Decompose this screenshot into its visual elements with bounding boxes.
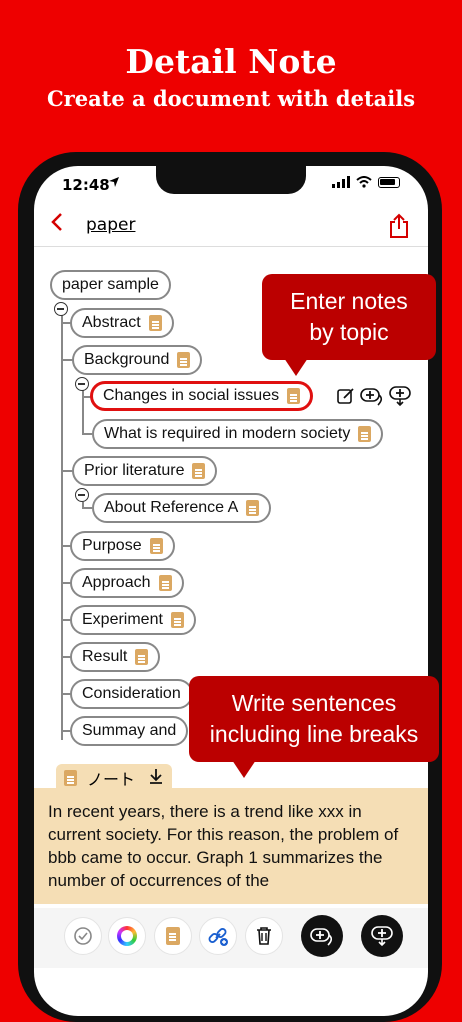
node-label: Result [82, 648, 128, 665]
node-label: Abstract [82, 314, 141, 331]
edit-node-button[interactable] [337, 387, 355, 409]
tree-node-prior[interactable]: Prior literature [72, 456, 218, 486]
chevron-left-icon [51, 213, 62, 231]
delete-button[interactable] [245, 917, 283, 955]
document-icon [148, 315, 162, 331]
share-icon [390, 213, 408, 238]
node-label: Prior literature [84, 462, 185, 479]
edit-icon [337, 388, 354, 404]
add-child-toolbar-button[interactable] [361, 915, 403, 957]
check-button[interactable] [64, 917, 102, 955]
nav-divider [34, 246, 428, 247]
document-icon [246, 500, 260, 516]
document-icon [158, 575, 172, 591]
link-icon [208, 928, 228, 946]
node-label: What is required in modern society [104, 425, 351, 442]
add-sibling-button[interactable] [360, 385, 384, 411]
add-child-button[interactable] [388, 385, 412, 411]
document-icon [64, 770, 77, 786]
tree-node-background[interactable]: Background [72, 345, 203, 375]
tree-node-required[interactable]: What is required in modern society [92, 419, 384, 449]
tree-node-approach[interactable]: Approach [70, 568, 184, 598]
back-button[interactable] [50, 212, 64, 238]
callout-topic-tail [284, 358, 308, 376]
callout-sentences: Write sentences including line breaks [189, 676, 439, 762]
tree-node-summary[interactable]: Summay and [70, 716, 189, 746]
collapse-toggle[interactable] [75, 488, 89, 502]
trash-icon [257, 927, 271, 945]
tree-node-root[interactable]: paper sample [50, 270, 171, 300]
color-wheel-icon [117, 926, 137, 946]
add-child-icon [389, 386, 411, 407]
status-time: 12:48 [62, 176, 110, 194]
hero-title: Detail Note [125, 42, 337, 81]
document-icon [192, 463, 206, 479]
status-icons [332, 176, 400, 188]
collapse-toggle[interactable] [75, 377, 89, 391]
tree-node-experiment[interactable]: Experiment [70, 605, 196, 635]
document-icon [358, 426, 372, 442]
add-child-icon [371, 926, 393, 947]
color-button[interactable] [108, 917, 146, 955]
node-label: paper sample [62, 276, 159, 293]
tree-node-purpose[interactable]: Purpose [70, 531, 175, 561]
tree-node-result[interactable]: Result [70, 642, 161, 672]
document-icon [135, 649, 149, 665]
note-text[interactable]: In recent years, there is a trend like x… [34, 788, 428, 904]
document-icon [170, 612, 184, 628]
add-sibling-icon [310, 928, 333, 946]
nav-title[interactable]: paper [86, 215, 135, 235]
node-label: Changes in social issues [103, 387, 280, 404]
document-button[interactable] [154, 917, 192, 955]
tree-line [82, 433, 92, 435]
wifi-icon [356, 176, 372, 188]
callout-topic: Enter notes by topic [262, 274, 436, 360]
document-icon [149, 538, 163, 554]
check-icon [74, 927, 92, 945]
collapse-toggle[interactable] [54, 302, 68, 316]
tree-node-consideration[interactable]: Consideration [70, 679, 193, 709]
document-icon [166, 927, 180, 945]
add-sibling-toolbar-button[interactable] [301, 915, 343, 957]
tree-line [61, 310, 63, 740]
tree-line [82, 507, 92, 509]
callout-sentences-tail [232, 760, 256, 778]
download-icon[interactable] [149, 768, 163, 788]
node-label: Experiment [82, 611, 163, 628]
location-arrow-icon [108, 176, 120, 192]
hero-subtitle: Create a document with details [46, 86, 416, 111]
node-label: Consideration [82, 685, 181, 702]
note-tab-label: ノート [87, 770, 136, 789]
battery-icon [378, 176, 400, 188]
node-label: Summay and [82, 722, 177, 739]
add-sibling-icon [360, 388, 383, 406]
node-label: Background [84, 351, 170, 368]
node-label: About Reference A [104, 499, 239, 516]
share-button[interactable] [388, 213, 410, 243]
node-label: Purpose [82, 537, 142, 554]
document-icon [177, 352, 191, 368]
tree-node-changes-selected[interactable]: Changes in social issues [90, 381, 314, 411]
link-button[interactable] [199, 917, 237, 955]
phone-notch [156, 166, 306, 194]
signal-icon [332, 176, 350, 188]
document-icon [287, 388, 301, 404]
tree-node-abstract[interactable]: Abstract [70, 308, 174, 338]
node-label: Approach [82, 574, 151, 591]
tree-node-reference[interactable]: About Reference A [92, 493, 272, 523]
